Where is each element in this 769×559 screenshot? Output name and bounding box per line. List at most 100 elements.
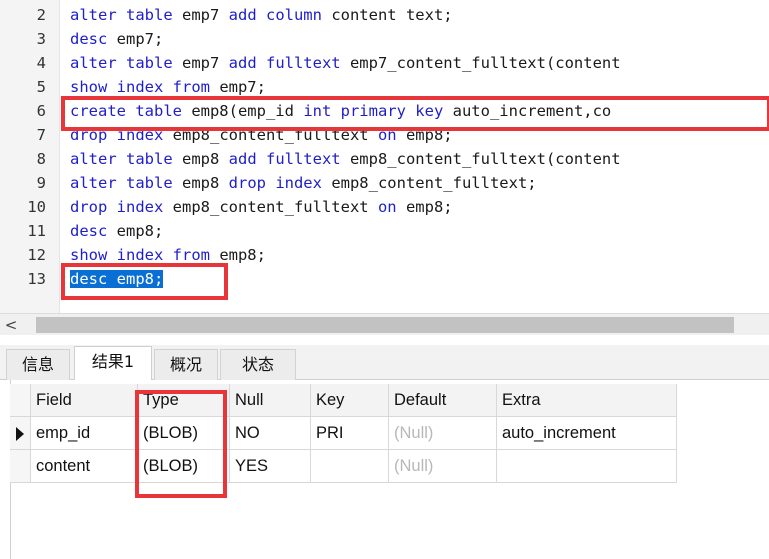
sql-keyword: drop index [70, 126, 164, 144]
code-text[interactable]: desc emp8; [70, 219, 163, 243]
sql-text: emp8(emp_id [181, 102, 304, 120]
code-line[interactable]: 10 drop index emp8_content_fulltext on em… [0, 195, 769, 219]
cell-key[interactable]: PRI [311, 417, 389, 450]
sql-keyword: drop index [228, 174, 322, 192]
sql-keyword: alter table [70, 6, 173, 24]
code-text[interactable]: create table emp8(emp_id int primary key… [70, 99, 611, 123]
row-indicator[interactable] [10, 450, 31, 483]
sql-text: emp7 [172, 54, 229, 72]
sql-keyword: on [377, 126, 397, 144]
code-line[interactable]: 5 show index from emp7; [0, 75, 769, 99]
code-line[interactable]: 12 show index from emp8; [0, 243, 769, 267]
sql-text: emp7; [209, 78, 266, 96]
sql-keyword: show index from [70, 78, 210, 96]
sql-keyword: add fulltext [228, 150, 341, 168]
scroll-left-icon[interactable]: < [2, 314, 20, 336]
sql-keyword: desc [70, 30, 108, 48]
column-header-key[interactable]: Key [311, 384, 389, 417]
cell-field[interactable]: emp_id [31, 417, 138, 450]
column-header-field[interactable]: Field [31, 384, 138, 417]
code-text[interactable]: desc emp8; [70, 267, 164, 291]
code-line[interactable]: 2 alter table emp7 add column content tex… [0, 3, 769, 27]
sql-keyword: drop index [70, 198, 164, 216]
result-grid[interactable]: Field Type Null Key Default Extra emp_id… [0, 380, 769, 559]
panel-divider [0, 335, 769, 345]
code-line[interactable]: 13 desc emp8; [0, 267, 769, 291]
sql-keyword: create table [70, 102, 182, 120]
sql-keyword: show index from [70, 246, 210, 264]
cell-extra[interactable]: auto_increment [497, 417, 677, 450]
cell-type[interactable]: (BLOB) [138, 417, 230, 450]
line-number: 3 [36, 30, 46, 48]
line-number: 5 [36, 78, 46, 96]
column-header-default[interactable]: Default [389, 384, 497, 417]
cell-key[interactable] [311, 450, 389, 483]
cell-extra[interactable] [497, 450, 677, 483]
sql-text: emp8; [107, 222, 164, 240]
sql-text: emp8; [209, 246, 266, 264]
sql-editor[interactable]: 2 alter table emp7 add column content tex… [0, 0, 769, 313]
code-text[interactable]: drop index emp8_content_fulltext on emp8… [70, 195, 453, 219]
code-text[interactable]: alter table emp7 add column content text… [70, 3, 453, 27]
sql-text: emp8_content_fulltext(content [340, 150, 621, 168]
code-text[interactable]: alter table emp8 add fulltext emp8_conte… [70, 147, 621, 171]
cell-type[interactable]: (BLOB) [138, 450, 230, 483]
sql-text: emp8_content_fulltext [163, 126, 378, 144]
sql-keyword: alter table [70, 54, 173, 72]
tab-status[interactable]: 状态 [220, 349, 296, 380]
sql-keyword: desc [70, 222, 108, 240]
cell-default[interactable]: (Null) [389, 417, 497, 450]
code-line[interactable]: 3 desc emp7; [0, 27, 769, 51]
sql-keyword: on [377, 198, 397, 216]
line-number: 7 [36, 126, 46, 144]
line-number: 13 [27, 270, 46, 288]
code-line[interactable]: 8 alter table emp8 add fulltext emp8_cont… [0, 147, 769, 171]
line-number: 8 [36, 150, 46, 168]
code-text[interactable]: alter table emp8 drop index emp8_content… [70, 171, 537, 195]
sql-text: emp7; [107, 30, 164, 48]
sql-keyword: alter table [70, 174, 173, 192]
header-corner [10, 384, 31, 417]
sql-text: emp7_content_fulltext(content [340, 54, 621, 72]
sql-text: emp7 [172, 6, 229, 24]
sql-text: auto_increment,co [443, 102, 612, 120]
sql-text: emp8; [396, 126, 453, 144]
code-line[interactable]: 9 alter table emp8 drop index emp8_conten… [0, 171, 769, 195]
column-header-type[interactable]: Type [138, 384, 230, 417]
sql-text: content text; [321, 6, 453, 24]
sql-text: emp8; [396, 198, 453, 216]
column-header-extra[interactable]: Extra [497, 384, 677, 417]
tab-result1[interactable]: 结果1 [74, 346, 152, 381]
tab-profile[interactable]: 概况 [154, 349, 218, 380]
row-indicator[interactable] [10, 417, 31, 450]
line-number: 9 [36, 174, 46, 192]
code-text[interactable]: alter table emp7 add fulltext emp7_conte… [70, 51, 621, 75]
line-number: 4 [36, 54, 46, 72]
line-number: 11 [27, 222, 46, 240]
code-text[interactable]: drop index emp8_content_fulltext on emp8… [70, 123, 453, 147]
code-line[interactable]: 4 alter table emp7 add fulltext emp7_cont… [0, 51, 769, 75]
cell-null[interactable]: YES [230, 450, 311, 483]
horizontal-scrollbar[interactable]: < [0, 313, 769, 335]
code-line[interactable]: 11 desc emp8; [0, 219, 769, 243]
result-tab-bar: 信息 结果1 概况 状态 [0, 345, 769, 381]
current-row-arrow-icon [16, 427, 24, 441]
code-text[interactable]: show index from emp7; [70, 75, 266, 99]
cell-null[interactable]: NO [230, 417, 311, 450]
sql-text: emp8 [172, 150, 229, 168]
sql-text: emp8_content_fulltext [163, 198, 378, 216]
sql-keyword: int primary key [303, 102, 444, 120]
code-line[interactable]: 6 create table emp8(emp_id int primary ke… [0, 99, 769, 123]
scrollbar-thumb[interactable] [36, 317, 734, 333]
cell-field[interactable]: content [31, 450, 138, 483]
column-header-null[interactable]: Null [230, 384, 311, 417]
cell-default[interactable]: (Null) [389, 450, 497, 483]
line-number: 6 [36, 102, 46, 120]
line-number: 2 [36, 6, 46, 24]
code-text[interactable]: desc emp7; [70, 27, 163, 51]
line-number: 10 [27, 198, 46, 216]
code-text[interactable]: show index from emp8; [70, 243, 266, 267]
sql-text: emp8 [172, 174, 229, 192]
code-line[interactable]: 7 drop index emp8_content_fulltext on emp… [0, 123, 769, 147]
tab-info[interactable]: 信息 [6, 349, 70, 380]
